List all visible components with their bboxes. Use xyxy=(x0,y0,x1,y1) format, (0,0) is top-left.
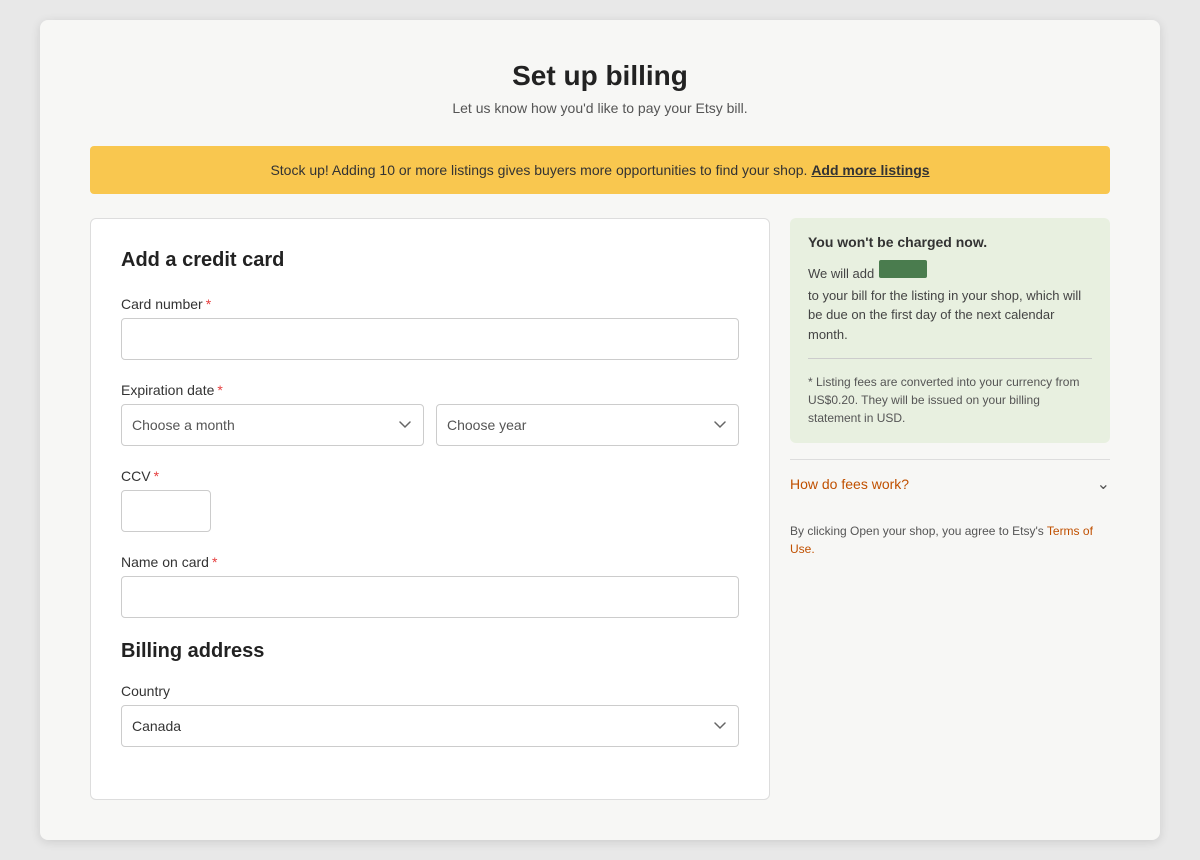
expiration-required: * xyxy=(217,382,222,398)
ccv-field: CCV * xyxy=(121,468,739,532)
name-on-card-label: Name on card * xyxy=(121,554,739,570)
page-subtitle: Let us know how you'd like to pay your E… xyxy=(90,100,1110,116)
terms-text: By clicking Open your shop, you agree to… xyxy=(790,524,1044,538)
charge-notice: You won't be charged now. We will add to… xyxy=(790,218,1110,443)
redacted-amount xyxy=(879,260,927,278)
expiry-row: Choose a month January February March Ap… xyxy=(121,404,739,446)
expiration-field: Expiration date * Choose a month January… xyxy=(121,382,739,446)
page-title: Set up billing xyxy=(90,60,1110,92)
main-form: Add a credit card Card number * Expirati… xyxy=(90,218,770,800)
ccv-input[interactable] xyxy=(121,490,211,532)
add-listings-link[interactable]: Add more listings xyxy=(811,162,929,178)
card-number-required: * xyxy=(206,296,211,312)
fee-notice: * Listing fees are converted into your c… xyxy=(808,358,1092,427)
banner-text: Stock up! Adding 10 or more listings giv… xyxy=(270,162,807,178)
charge-notice-after: to your bill for the listing in your sho… xyxy=(808,286,1092,345)
name-required: * xyxy=(212,554,217,570)
card-number-label: Card number * xyxy=(121,296,739,312)
card-number-input[interactable] xyxy=(121,318,739,360)
fees-faq-label: How do fees work? xyxy=(790,476,909,492)
billing-address-title: Billing address xyxy=(121,640,739,663)
chevron-down-icon: ⌄ xyxy=(1097,474,1110,494)
country-label: Country xyxy=(121,683,739,699)
fees-faq-link[interactable]: How do fees work? ⌄ xyxy=(790,474,1110,494)
name-on-card-input[interactable] xyxy=(121,576,739,618)
country-field: Country Canada United States United King… xyxy=(121,683,739,747)
name-on-card-field: Name on card * xyxy=(121,554,739,618)
terms-notice: By clicking Open your shop, you agree to… xyxy=(790,522,1110,558)
credit-card-section-title: Add a credit card xyxy=(121,249,739,272)
charge-notice-title: You won't be charged now. xyxy=(808,234,1092,250)
card-number-field: Card number * xyxy=(121,296,739,360)
sidebar: You won't be charged now. We will add to… xyxy=(790,218,1110,558)
fees-faq: How do fees work? ⌄ xyxy=(790,459,1110,508)
charge-notice-before: We will add xyxy=(808,264,874,284)
expiration-label: Expiration date * xyxy=(121,382,739,398)
charge-notice-body: We will add to your bill for the listing… xyxy=(808,260,1092,344)
content-row: Add a credit card Card number * Expirati… xyxy=(90,218,1110,800)
ccv-required: * xyxy=(154,468,159,484)
country-select[interactable]: Canada United States United Kingdom Aust… xyxy=(121,705,739,747)
month-select[interactable]: Choose a month January February March Ap… xyxy=(121,404,424,446)
year-select[interactable]: Choose year 2024 2025 2026 2027 2028 202… xyxy=(436,404,739,446)
ccv-label: CCV * xyxy=(121,468,739,484)
promo-banner: Stock up! Adding 10 or more listings giv… xyxy=(90,146,1110,194)
page-container: Set up billing Let us know how you'd lik… xyxy=(40,20,1160,840)
